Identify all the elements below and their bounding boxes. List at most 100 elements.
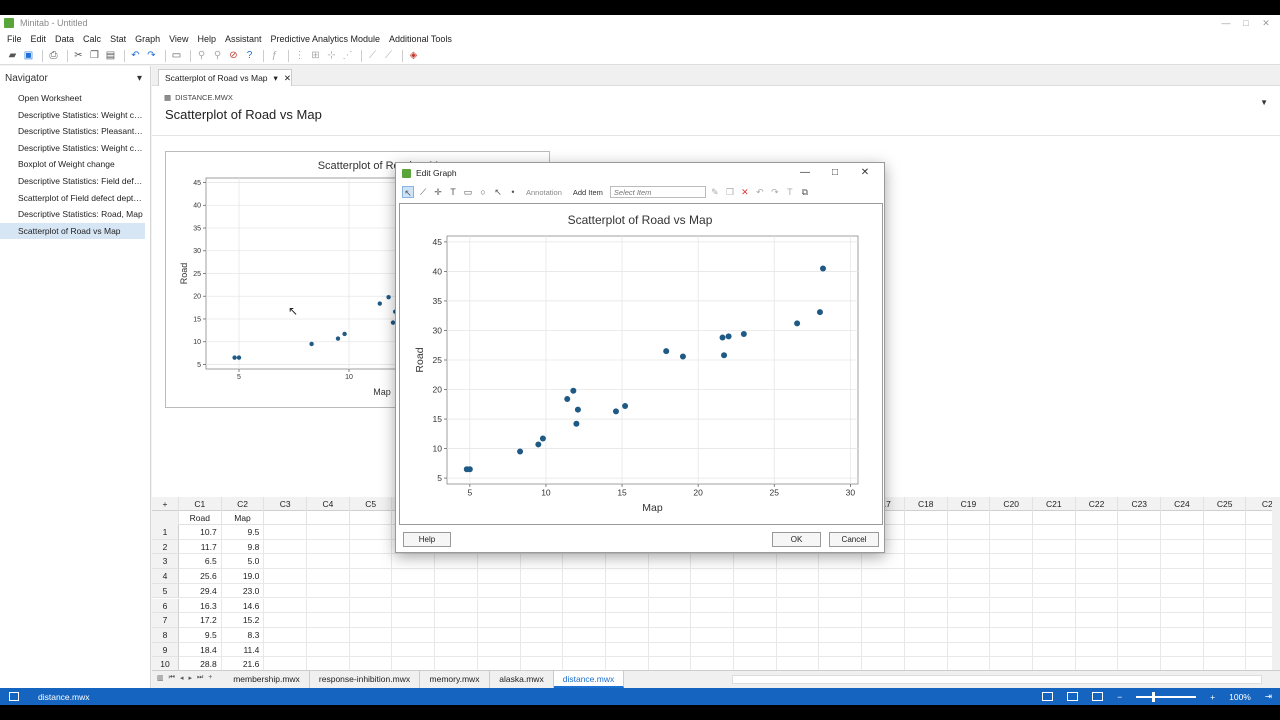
menu-stat[interactable]: Stat (110, 34, 126, 44)
table-cell[interactable] (307, 554, 350, 570)
text-tool-icon[interactable]: T (447, 186, 459, 198)
table-cell[interactable] (691, 598, 735, 614)
table-cell[interactable] (734, 554, 777, 570)
table-cell[interactable] (521, 554, 564, 570)
table-cell[interactable] (1118, 525, 1162, 540)
row-header[interactable]: 8 (152, 627, 179, 643)
table-cell[interactable] (862, 613, 905, 628)
table-cell[interactable] (1118, 569, 1162, 584)
table-cell[interactable] (649, 613, 692, 628)
tab-close-icon[interactable]: ✕ (284, 73, 291, 84)
graph-tool-icon[interactable]: ⋰ (341, 49, 354, 62)
column-name-cell[interactable] (948, 511, 991, 525)
output-view-icon[interactable] (1092, 692, 1104, 701)
open-folder-icon[interactable]: ▰ (6, 49, 19, 62)
menu-file[interactable]: File (7, 34, 22, 44)
table-cell[interactable] (563, 613, 606, 628)
table-cell[interactable] (777, 598, 820, 614)
minimize-button[interactable]: — (1216, 15, 1236, 31)
table-cell[interactable] (905, 569, 948, 584)
delete-item-icon[interactable]: ✕ (739, 186, 751, 198)
table-cell[interactable] (350, 598, 393, 614)
table-cell[interactable] (1161, 613, 1204, 628)
table-cell[interactable] (1076, 598, 1119, 614)
worksheet-tab[interactable]: response-inhibition.mwx (310, 671, 420, 688)
table-cell[interactable] (990, 554, 1033, 570)
table-cell[interactable] (734, 642, 777, 658)
table-cell[interactable] (1033, 525, 1076, 540)
table-cell[interactable] (905, 627, 948, 643)
table-cell[interactable] (1161, 642, 1204, 658)
table-cell[interactable] (606, 627, 649, 643)
graph-icon[interactable]: ⊞ (309, 49, 322, 62)
eraser-icon[interactable]: ◈ (407, 49, 420, 62)
table-cell[interactable] (905, 554, 948, 570)
zoom-in-icon[interactable]: + (1210, 692, 1215, 702)
table-cell[interactable] (734, 613, 777, 628)
table-cell[interactable] (521, 642, 564, 658)
table-cell[interactable] (948, 583, 991, 599)
worksheet-tab[interactable]: membership.mwx (224, 671, 310, 688)
worksheet-view-icon[interactable] (1067, 692, 1079, 701)
table-cell[interactable] (435, 613, 478, 628)
table-cell[interactable] (1033, 613, 1076, 628)
nav-item-boxplot[interactable]: Boxplot of Weight change (0, 156, 145, 173)
panel-toggle-icon[interactable] (9, 692, 19, 701)
graph-tool-icon[interactable]: ⊹ (325, 49, 338, 62)
table-cell[interactable] (307, 598, 350, 614)
table-cell[interactable] (1204, 627, 1247, 643)
table-cell[interactable] (264, 627, 308, 643)
table-cell[interactable] (1076, 539, 1119, 555)
help-icon[interactable]: ? (243, 49, 256, 62)
table-cell[interactable] (350, 539, 393, 555)
column-header[interactable]: C22 (1076, 497, 1119, 511)
row-header[interactable]: 1 (152, 525, 179, 540)
table-cell[interactable] (264, 613, 308, 628)
brush-tool-icon[interactable]: ⟋ (417, 186, 429, 198)
export-graph-icon[interactable]: ⧉ (799, 186, 811, 198)
table-cell[interactable] (1161, 525, 1204, 540)
brush-icon[interactable]: ⋮ (293, 49, 306, 62)
column-header[interactable]: C19 (948, 497, 991, 511)
table-cell[interactable]: 18.4 (179, 642, 222, 658)
nav-item-descriptive-statistics[interactable]: Descriptive Statistics: Road, Map (0, 206, 145, 223)
table-cell[interactable] (350, 554, 393, 570)
table-cell[interactable]: 19.0 (222, 569, 265, 584)
table-cell[interactable] (990, 642, 1033, 658)
table-cell[interactable] (478, 583, 521, 599)
table-cell[interactable] (691, 627, 735, 643)
table-cell[interactable] (350, 583, 393, 599)
worksheet-horizontal-scrollbar[interactable] (732, 675, 1262, 684)
table-cell[interactable] (606, 613, 649, 628)
table-cell[interactable] (990, 598, 1033, 614)
prev-sheet-icon[interactable]: ◂ (180, 674, 184, 682)
table-cell[interactable] (264, 598, 308, 614)
select-tool-icon[interactable]: ↖ (402, 186, 414, 198)
table-cell[interactable] (563, 642, 606, 658)
navigator-collapse-icon[interactable]: ▾ (137, 73, 142, 84)
output-collapse-icon[interactable]: ▼ (1260, 98, 1268, 107)
table-cell[interactable] (777, 554, 820, 570)
table-cell[interactable] (606, 583, 649, 599)
cancel-button[interactable]: Cancel (829, 532, 879, 547)
table-cell[interactable] (1204, 613, 1247, 628)
table-cell[interactable] (1118, 583, 1162, 599)
table-cell[interactable] (1204, 598, 1247, 614)
table-cell[interactable] (1033, 569, 1076, 584)
table-cell[interactable]: 10.7 (179, 525, 222, 540)
add-item-dropdown[interactable]: Add Item (573, 188, 603, 197)
table-cell[interactable] (1161, 583, 1204, 599)
table-cell[interactable] (734, 627, 777, 643)
select-all-corner[interactable]: + (152, 497, 179, 511)
row-header[interactable]: 4 (152, 569, 179, 584)
table-cell[interactable] (948, 539, 991, 555)
menu-data[interactable]: Data (55, 34, 74, 44)
table-cell[interactable] (948, 613, 991, 628)
table-cell[interactable] (990, 525, 1033, 540)
table-cell[interactable] (1161, 598, 1204, 614)
table-cell[interactable] (1076, 627, 1119, 643)
table-cell[interactable] (948, 525, 991, 540)
point-tool-icon[interactable]: • (507, 186, 519, 198)
replace-icon[interactable]: ⚲ (211, 49, 224, 62)
column-header[interactable]: C23 (1118, 497, 1162, 511)
